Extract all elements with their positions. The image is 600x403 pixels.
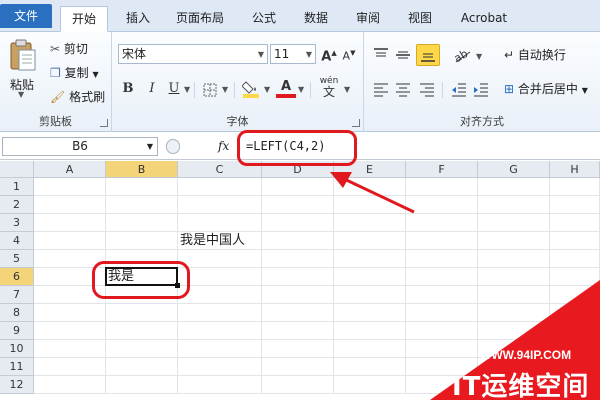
watermark-text: IT运维空间 [452, 372, 590, 402]
watermark-url: WWW.94IP.COM [480, 348, 572, 362]
